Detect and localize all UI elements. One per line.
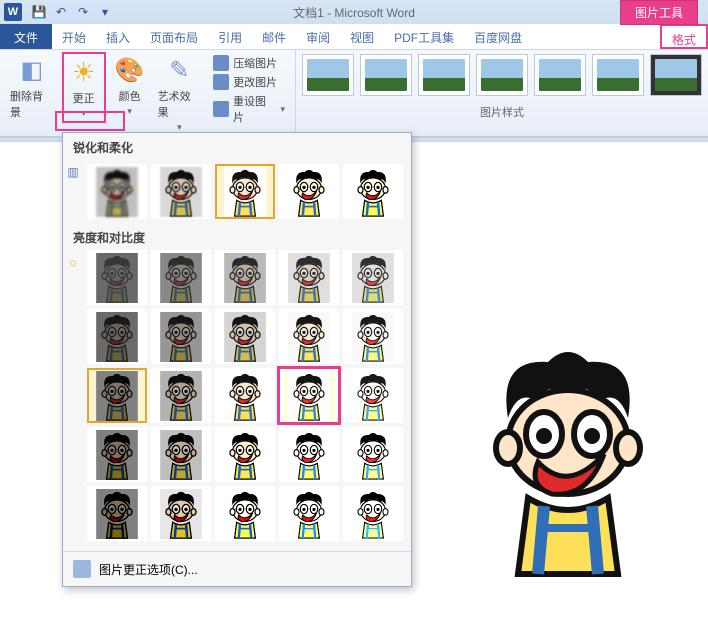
brightness-contrast-thumb[interactable] [343,427,403,482]
brightness-contrast-thumb[interactable] [87,486,147,541]
picture-style-thumb[interactable] [360,54,412,96]
sharpen-preset-thumb[interactable] [343,164,403,219]
brightness-contrast-thumb[interactable] [151,309,211,364]
picture-styles-label: 图片样式 [302,104,702,120]
change-picture-button[interactable]: 更改图片 [211,73,287,91]
palette-icon: 🎨 [114,54,146,86]
brightness-contrast-thumb[interactable] [87,309,147,364]
tab-4[interactable]: 邮件 [252,24,296,49]
qat-more-button[interactable]: ▾ [96,3,114,21]
picture-style-thumb[interactable] [650,54,702,96]
picture-style-thumb[interactable] [592,54,644,96]
context-tab-picture-tools[interactable]: 图片工具 [620,0,698,25]
corrections-dropdown: 锐化和柔化 ▥ 亮度和对比度 ☼ 图片更正选项(C)... [62,132,412,587]
tab-0[interactable]: 开始 [52,24,96,49]
tab-7[interactable]: PDF工具集 [384,24,464,49]
picture-style-thumb[interactable] [476,54,528,96]
brightness-contrast-thumb[interactable] [215,309,275,364]
sharpen-preset-thumb[interactable] [279,164,339,219]
change-pic-icon [213,74,229,90]
artistic-label: 艺术效果 [158,88,202,120]
brightness-contrast-thumb[interactable] [87,427,147,482]
compress-icon [213,55,229,71]
brightness-contrast-thumb[interactable] [343,250,403,305]
brightness-contrast-thumb[interactable] [215,368,275,423]
compress-picture-button[interactable]: 压缩图片 [211,54,287,72]
brightness-contrast-thumb[interactable] [215,486,275,541]
sun-small-icon: ☼ [67,254,79,270]
picture-corrections-options[interactable]: 图片更正选项(C)... [63,551,411,586]
color-label: 颜色 [119,88,141,104]
brightness-contrast-thumb[interactable] [151,368,211,423]
quick-access-toolbar: 💾 ↶ ↷ ▾ [30,3,114,21]
brightness-contrast-thumb[interactable] [87,250,147,305]
brightness-contrast-thumb[interactable] [215,250,275,305]
reset-pic-label: 重设图片 [233,93,276,125]
brush-icon: ✎ [163,54,195,86]
sharpen-preset-thumb[interactable] [87,164,147,219]
picture-style-thumb[interactable] [534,54,586,96]
word-app-icon: W [4,3,22,21]
tab-file[interactable]: 文件 [0,24,52,49]
remove-bg-label: 删除背景 [10,88,54,120]
brightness-section-label: 亮度和对比度 [63,223,411,250]
brightness-contrast-thumb[interactable] [87,368,147,423]
tab-format[interactable]: 格式 [660,24,708,49]
brightness-contrast-thumb[interactable] [279,309,339,364]
qat-undo-button[interactable]: ↶ [52,3,70,21]
brightness-contrast-grid [79,250,411,551]
corrections-label: 更正 [73,90,95,106]
sharpen-presets-row [79,160,411,223]
title-bar: W 💾 ↶ ↷ ▾ 文档1 - Microsoft Word 图片工具 [0,0,708,24]
ribbon-group-adjust: ◧ 删除背景 ☀ 更正 ▾ 🎨 颜色 ▾ ✎ 艺术效果 ▾ 压缩图片 更改图片 [0,50,296,136]
brightness-contrast-thumb[interactable] [279,486,339,541]
chevron-down-icon: ▾ [280,104,285,115]
brightness-contrast-thumb[interactable] [343,486,403,541]
artistic-effects-button[interactable]: ✎ 艺术效果 ▾ [154,52,206,135]
tab-3[interactable]: 引用 [208,24,252,49]
change-pic-label: 更改图片 [233,74,277,90]
brightness-contrast-thumb[interactable] [151,250,211,305]
color-button[interactable]: 🎨 颜色 ▾ [110,52,150,119]
ribbon-tabs: 文件 开始插入页面布局引用邮件审阅视图PDF工具集百度网盘 格式 [0,24,708,50]
tab-8[interactable]: 百度网盘 [464,24,532,49]
qat-redo-button[interactable]: ↷ [74,3,92,21]
reset-pic-icon [213,101,229,117]
reset-picture-button[interactable]: 重设图片 ▾ [211,92,287,126]
film-icon: ▥ [67,164,79,180]
brightness-contrast-thumb[interactable] [343,368,403,423]
eraser-icon: ◧ [16,54,48,86]
tab-6[interactable]: 视图 [340,24,384,49]
document-title: 文档1 - Microsoft Word [293,4,415,21]
brightness-contrast-thumb[interactable] [343,309,403,364]
tab-2[interactable]: 页面布局 [140,24,208,49]
tab-1[interactable]: 插入 [96,24,140,49]
inserted-picture[interactable] [468,328,668,588]
brightness-contrast-thumb[interactable] [279,368,339,423]
options-icon [73,560,91,578]
ribbon-group-picture-styles: 图片样式 [296,50,708,136]
tab-5[interactable]: 审阅 [296,24,340,49]
sharpen-preset-thumb[interactable] [151,164,211,219]
ribbon: ◧ 删除背景 ☀ 更正 ▾ 🎨 颜色 ▾ ✎ 艺术效果 ▾ 压缩图片 更改图片 [0,50,708,138]
sun-icon: ☀ [68,56,100,88]
picture-style-thumb[interactable] [302,54,354,96]
chevron-down-icon: ▾ [81,108,86,119]
chevron-down-icon: ▾ [127,106,132,117]
picture-style-thumb[interactable] [418,54,470,96]
brightness-contrast-thumb[interactable] [215,427,275,482]
footer-label: 图片更正选项(C)... [99,561,198,578]
sharpen-preset-thumb[interactable] [215,164,275,219]
compress-label: 压缩图片 [233,55,277,71]
qat-save-button[interactable]: 💾 [30,3,48,21]
remove-background-button[interactable]: ◧ 删除背景 [6,52,58,122]
brightness-contrast-thumb[interactable] [279,427,339,482]
brightness-contrast-thumb[interactable] [151,427,211,482]
sharpen-section-label: 锐化和柔化 [63,133,411,160]
brightness-contrast-thumb[interactable] [151,486,211,541]
corrections-button[interactable]: ☀ 更正 ▾ [62,52,106,123]
brightness-contrast-thumb[interactable] [279,250,339,305]
